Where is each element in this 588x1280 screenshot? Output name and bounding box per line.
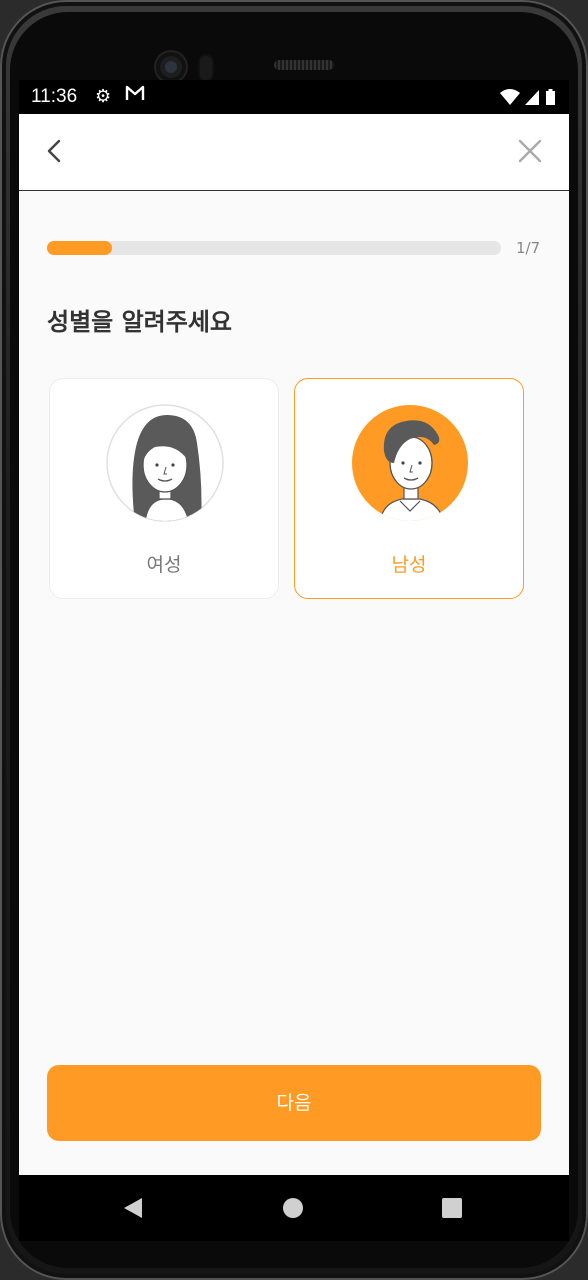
question-title: 성별을 알려주세요 — [47, 308, 232, 336]
option-male[interactable]: 남성 — [294, 378, 524, 599]
nav-home-icon[interactable] — [283, 1198, 303, 1218]
gear-icon: ⚙ — [95, 86, 112, 107]
next-button[interactable]: 다음 — [47, 1065, 541, 1141]
nav-recents-icon[interactable] — [442, 1198, 462, 1218]
app-screen: 11:36 ⚙ 1/7 성별을 알려주세요 여성 남성 다음 — [19, 80, 569, 1240]
option-female[interactable]: 여성 — [49, 378, 279, 599]
progress-bar — [47, 241, 501, 255]
nav-back-icon[interactable] — [122, 1196, 144, 1220]
app-bar — [19, 114, 569, 191]
close-icon — [518, 139, 542, 163]
option-female-label: 여성 — [146, 554, 182, 576]
battery-icon — [546, 89, 555, 105]
signal-icon — [525, 90, 539, 105]
option-male-label: 남성 — [391, 554, 427, 576]
status-time: 11:36 — [31, 86, 78, 107]
wifi-icon — [500, 89, 520, 105]
male-avatar-icon — [352, 405, 468, 521]
progress-label: 1/7 — [516, 239, 541, 257]
status-bar: 11:36 ⚙ — [19, 80, 569, 114]
gmail-icon — [125, 85, 145, 107]
close-button[interactable] — [515, 136, 545, 166]
proximity-sensor — [198, 54, 214, 82]
system-nav-bar — [19, 1175, 569, 1241]
earpiece-speaker — [274, 60, 334, 70]
female-avatar-icon — [106, 404, 224, 522]
status-icons — [499, 87, 559, 107]
progress-fill — [47, 241, 112, 255]
front-camera — [156, 52, 186, 82]
chevron-left-icon — [47, 139, 61, 163]
back-button[interactable] — [39, 136, 69, 166]
